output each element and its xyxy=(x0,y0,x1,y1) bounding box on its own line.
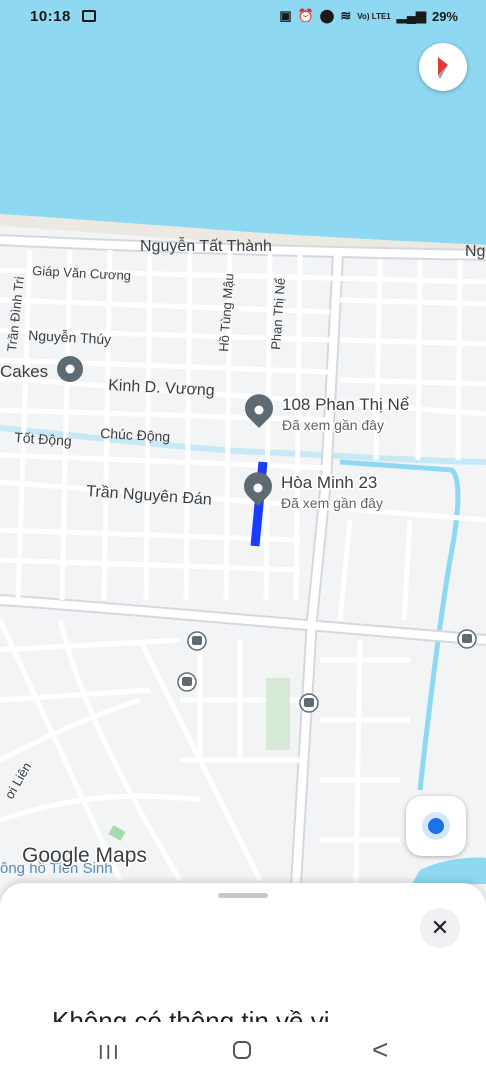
sheet-drag-handle[interactable] xyxy=(218,893,268,898)
bus-stop-icon[interactable] xyxy=(457,629,477,649)
alarm-icon: ⏰ xyxy=(297,8,314,23)
status-indicators: ▣ ⏰ ⬤ ≋ Vo) LTE1 ▂▄▆ 29% xyxy=(279,8,458,24)
google-maps-watermark: Google Maps xyxy=(22,844,147,867)
status-time: 10:18 xyxy=(30,8,71,25)
compass-icon xyxy=(438,57,448,79)
road-label: Nguyễn Tất Thành xyxy=(140,236,272,255)
sea xyxy=(0,0,486,245)
system-nav-bar: III < xyxy=(0,1022,486,1080)
recent-apps-button[interactable]: III xyxy=(98,1042,121,1065)
bus-stop-icon[interactable] xyxy=(177,672,197,692)
back-button[interactable]: < xyxy=(372,1034,388,1066)
my-location-icon xyxy=(428,818,444,834)
road-label: Ng xyxy=(465,243,485,260)
business-label: Cakes xyxy=(0,362,48,381)
wifi-icon: ≋ xyxy=(340,8,352,23)
image-icon xyxy=(82,10,96,22)
place-name: Hòa Minh 23 xyxy=(281,473,377,492)
place-pin[interactable] xyxy=(57,356,83,382)
place-name: 108 Phan Thị Nể xyxy=(282,395,409,414)
pin-hole xyxy=(254,405,264,415)
bus-stop-icon[interactable] xyxy=(299,693,319,713)
home-button[interactable] xyxy=(233,1041,251,1059)
pin-hole xyxy=(253,483,263,493)
bus-stop-icon[interactable] xyxy=(187,631,207,651)
battery-saver-icon: ▣ xyxy=(279,8,292,23)
battery-level: 29% xyxy=(431,8,458,24)
my-location-button[interactable] xyxy=(406,796,466,856)
place-note: Đã xem gần đây xyxy=(282,417,384,433)
signal-icon: ▂▄▆ xyxy=(396,8,426,23)
status-bar: 10:18 ▣ ⏰ ⬤ ≋ Vo) LTE1 ▂▄▆ 29% xyxy=(0,0,486,34)
pin-hole xyxy=(65,364,75,374)
place-note: Đã xem gần đây xyxy=(281,495,383,511)
compass-button[interactable] xyxy=(419,43,467,91)
park xyxy=(266,678,290,750)
close-icon: ✕ xyxy=(430,915,450,940)
location-icon: ⬤ xyxy=(319,8,335,23)
close-button[interactable]: ✕ xyxy=(420,908,460,948)
volte-icon: Vo) LTE1 xyxy=(357,11,391,21)
